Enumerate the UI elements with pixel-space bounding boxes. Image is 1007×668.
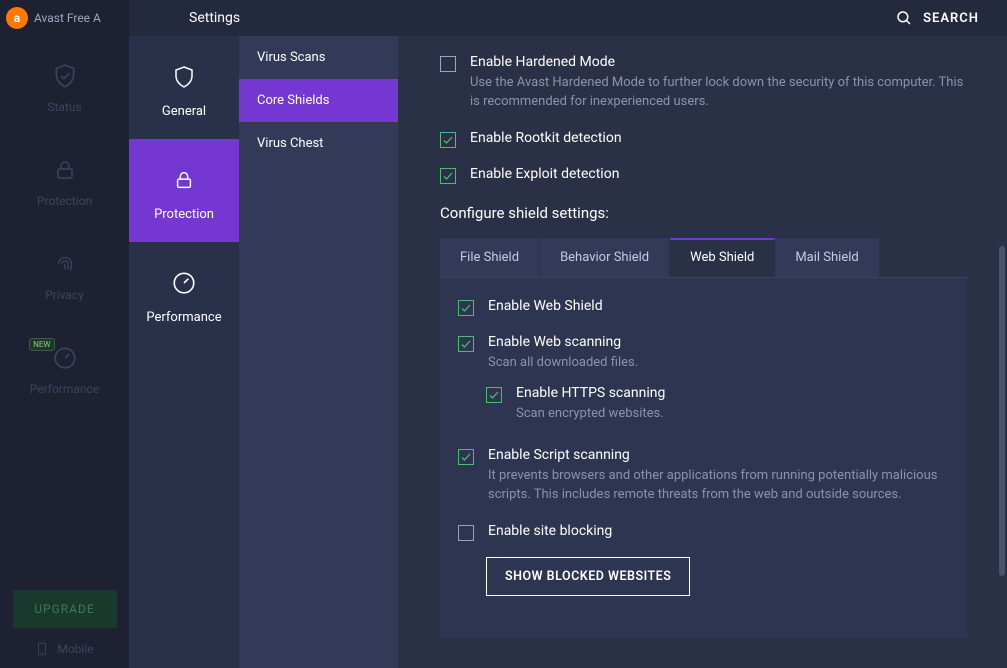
brand-name: Avast Free A [34,11,101,25]
lock-icon [169,165,199,195]
web-shield-panel: Enable Web Shield Enable Web scanning Sc… [440,278,967,638]
settings-content: Settings SEARCH Enable Hardened Mode Use… [398,0,1007,668]
category-label: Protection [154,207,214,222]
mainnav-label: Privacy [45,288,84,302]
option-desc: It prevents browsers and other applicati… [488,467,949,505]
option-desc: Scan encrypted websites. [516,405,665,424]
checkbox-site-blocking[interactable] [458,525,474,541]
fingerprint-icon [51,250,79,278]
mobile-icon [35,640,49,658]
subnav-core-shields[interactable]: Core Shields [239,79,398,122]
lock-icon [51,156,79,184]
checkbox-script-scanning[interactable] [458,449,474,465]
settings-titlebar: Settings SEARCH [129,0,1007,36]
checkbox-hardened-mode[interactable] [440,56,456,72]
shield-icon [169,62,199,92]
brand-header: a Avast Free A [0,0,129,36]
settings-category-column: General Protection Performance [129,0,239,668]
mainnav-label: Status [47,100,81,114]
shield-check-icon [51,62,79,90]
checkbox-web-scanning[interactable] [458,336,474,352]
search-icon [895,9,913,27]
option-label: Enable Exploit detection [470,166,619,182]
option-label: Enable Script scanning [488,447,949,463]
mainnav-label: Protection [37,194,92,208]
option-label: Enable Hardened Mode [470,54,967,70]
option-label: Enable Rootkit detection [470,130,622,146]
category-performance[interactable]: Performance [129,242,239,345]
category-general[interactable]: General [129,36,239,139]
settings-subnav: Virus Scans Core Shields Virus Chest [239,0,398,668]
option-label: Enable HTTPS scanning [516,385,665,401]
gauge-icon [169,268,199,298]
mainnav-status[interactable]: Status [0,36,129,130]
mainnav-label: Performance [30,382,99,396]
configure-label: Configure shield settings: [440,204,967,222]
subnav-virus-chest[interactable]: Virus Chest [239,122,398,165]
category-label: Performance [146,310,221,325]
tab-behavior-shield[interactable]: Behavior Shield [540,238,670,277]
content-scrollbar[interactable] [999,56,1005,654]
checkbox-rootkit[interactable] [440,132,456,148]
avast-logo-icon: a [6,7,28,29]
search-label: SEARCH [923,11,979,26]
option-label: Enable site blocking [488,523,612,539]
show-blocked-websites-button[interactable]: SHOW BLOCKED WEBSITES [486,557,690,596]
gauge-icon [51,344,79,372]
category-label: General [162,104,206,119]
subnav-virus-scans[interactable]: Virus Scans [239,36,398,79]
search-button[interactable]: SEARCH [895,9,979,27]
mainnav-protection[interactable]: Protection [0,130,129,224]
page-title: Settings [189,10,240,26]
upgrade-button[interactable]: UPGRADE [13,590,117,628]
option-desc: Scan all downloaded files. [488,354,638,373]
tab-file-shield[interactable]: File Shield [440,238,540,277]
mainnav-performance[interactable]: Performance [0,318,129,412]
option-label: Enable Web scanning [488,334,638,350]
scrollbar-thumb[interactable] [999,246,1005,576]
option-desc: Use the Avast Hardened Mode to further l… [470,74,967,112]
shield-tabs: File Shield Behavior Shield Web Shield M… [440,238,967,278]
main-navigation: a Avast Free A Status Protection Privacy [0,0,129,668]
checkbox-exploit[interactable] [440,168,456,184]
checkbox-https-scanning[interactable] [486,387,502,403]
category-protection[interactable]: Protection [129,139,239,242]
mainnav-privacy[interactable]: Privacy [0,224,129,318]
mobile-label: Mobile [57,642,93,656]
tab-mail-shield[interactable]: Mail Shield [775,238,879,277]
tab-web-shield[interactable]: Web Shield [670,238,775,277]
option-label: Enable Web Shield [488,298,603,314]
mainnav-mobile[interactable]: Mobile [35,640,93,658]
checkbox-enable-web-shield[interactable] [458,300,474,316]
